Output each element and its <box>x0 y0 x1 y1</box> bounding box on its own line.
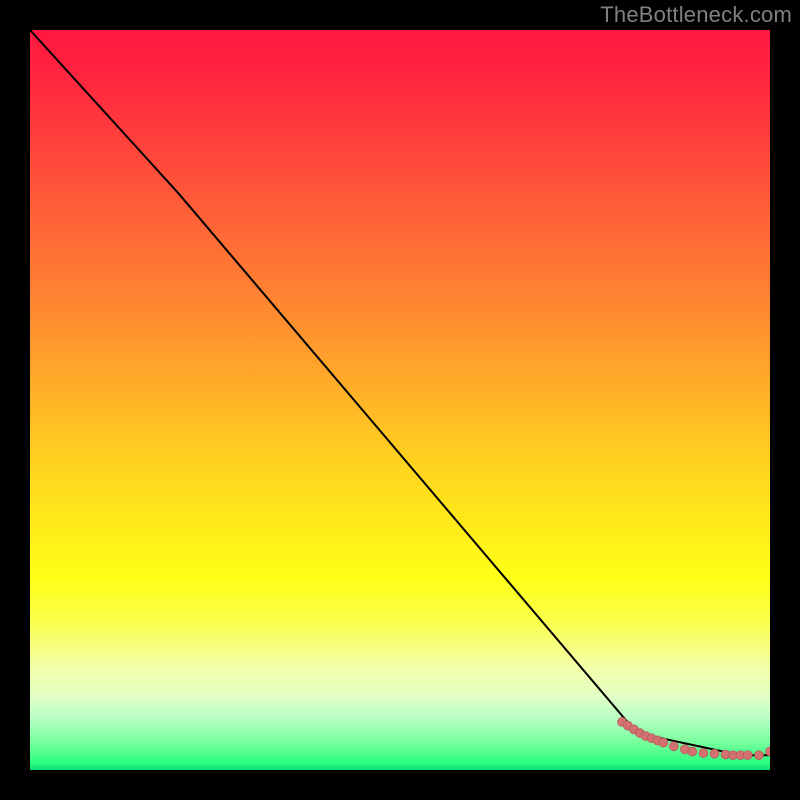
scatter-dot <box>710 749 719 758</box>
scatter-dot <box>743 751 752 760</box>
scatter-dot <box>688 747 697 756</box>
chart-overlay <box>30 30 770 770</box>
scatter-dot <box>754 751 763 760</box>
scatter-dot <box>659 738 668 747</box>
plot-area <box>30 30 770 770</box>
scatter-dots <box>618 717 771 759</box>
scatter-dot <box>699 749 708 758</box>
scatter-dot <box>669 742 678 751</box>
chart-frame: TheBottleneck.com <box>0 0 800 800</box>
curve-line <box>30 30 770 755</box>
watermark-text: TheBottleneck.com <box>600 2 792 28</box>
